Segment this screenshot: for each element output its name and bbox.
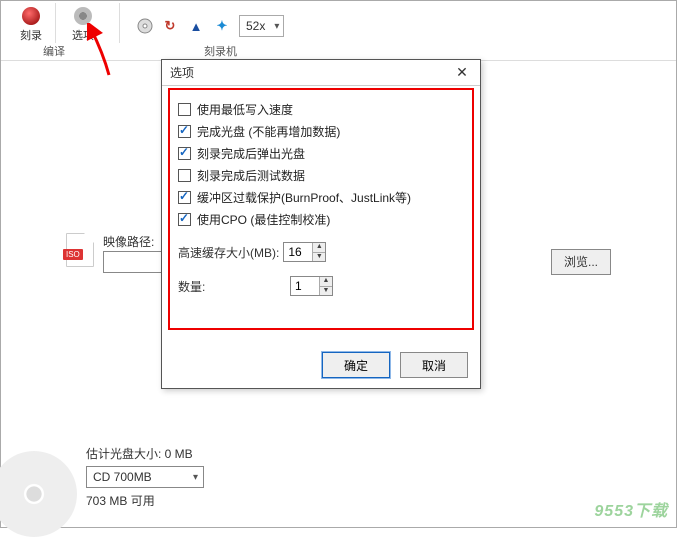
disc-icon[interactable] <box>137 18 153 34</box>
options-dialog: 选项 ✕ 使用最低写入速度完成光盘 (不能再增加数据) 刻录完成后弹出光盘刻录完成… <box>161 59 481 389</box>
checkbox-row: 刻录完成后弹出光盘 <box>178 145 464 162</box>
cache-size-label: 高速缓存大小(MB): <box>178 244 279 261</box>
record-icon <box>22 7 40 25</box>
separator <box>119 3 120 43</box>
checkbox-row: 刻录完成后测试数据 <box>178 167 464 184</box>
checkbox[interactable] <box>178 191 191 204</box>
spin-up-icon[interactable]: ▲ <box>313 243 325 253</box>
browse-button[interactable]: 浏览... <box>551 249 611 275</box>
cache-size-stepper[interactable]: ▲▼ <box>283 242 326 262</box>
checkbox[interactable] <box>178 213 191 226</box>
erase-icon[interactable]: ✦ <box>213 17 231 35</box>
quantity-row: 数量: ▲▼ <box>178 276 464 296</box>
disc-media-value: CD 700MB <box>93 470 152 484</box>
checkbox-label: 完成光盘 (不能再增加数据) <box>197 123 340 140</box>
speed-select[interactable]: 52x <box>239 15 284 37</box>
eject-icon[interactable]: ▲ <box>187 17 205 35</box>
quantity-input[interactable] <box>291 277 319 295</box>
disc-info: 估计光盘大小: 0 MB CD 700MB 703 MB 可用 <box>86 441 204 513</box>
watermark: 9553下载 <box>594 497 668 521</box>
cache-size-input[interactable] <box>284 243 312 261</box>
burner-toolbar: ↻ ▲ ✦ 52x <box>137 15 284 37</box>
spin-down-icon[interactable]: ▼ <box>313 253 325 262</box>
options-button-label: 选项 <box>63 27 103 43</box>
iso-badge: ISO <box>63 249 83 260</box>
gear-icon <box>74 7 92 25</box>
checkbox[interactable] <box>178 147 191 160</box>
cancel-button[interactable]: 取消 <box>400 352 468 378</box>
spin-down-icon[interactable]: ▼ <box>320 287 332 296</box>
speed-value: 52x <box>246 19 265 33</box>
disc-media-select[interactable]: CD 700MB <box>86 466 204 488</box>
burn-button[interactable]: 刻录 <box>11 3 51 43</box>
checkbox-label: 刻录完成后测试数据 <box>197 167 305 184</box>
checkbox-row: 使用最低写入速度 <box>178 101 464 118</box>
checkbox-row: 完成光盘 (不能再增加数据) <box>178 123 464 140</box>
quantity-stepper[interactable]: ▲▼ <box>290 276 333 296</box>
burn-button-label: 刻录 <box>11 27 51 43</box>
checkbox[interactable] <box>178 125 191 138</box>
checkbox-row: 缓冲区过载保护(BurnProof、JustLink等) <box>178 189 464 206</box>
checkbox[interactable] <box>178 169 191 182</box>
ok-button[interactable]: 确定 <box>322 352 390 378</box>
dialog-titlebar: 选项 ✕ <box>162 60 480 86</box>
image-path-label: 映像路径: <box>103 233 154 250</box>
checkbox-label: 刻录完成后弹出光盘 <box>197 145 305 162</box>
iso-file-icon: ISO <box>66 233 94 267</box>
options-button[interactable]: 选项 <box>63 3 103 43</box>
close-icon[interactable]: ✕ <box>448 63 476 83</box>
burner-section-label: 刻录机 <box>204 43 237 59</box>
separator <box>55 3 56 43</box>
checkbox-row: 使用CPO (最佳控制校准) <box>178 211 464 228</box>
cache-size-row: 高速缓存大小(MB): ▲▼ <box>178 242 464 262</box>
refresh-icon[interactable]: ↻ <box>161 17 179 35</box>
quantity-label: 数量: <box>178 278 286 295</box>
compile-section-label: 编译 <box>43 43 65 59</box>
dialog-title: 选项 <box>170 64 194 81</box>
disc-icon <box>0 451 77 537</box>
estimated-size-label: 估计光盘大小: 0 MB <box>86 445 204 462</box>
toolbar: 刻录 选项 ↻ ▲ ✦ 52x 编译 刻录机 <box>1 1 676 61</box>
spin-up-icon[interactable]: ▲ <box>320 277 332 287</box>
checkbox-label: 缓冲区过载保护(BurnProof、JustLink等) <box>197 189 411 206</box>
checkbox[interactable] <box>178 103 191 116</box>
available-space-label: 703 MB 可用 <box>86 492 204 509</box>
checkbox-label: 使用CPO (最佳控制校准) <box>197 211 330 228</box>
checkbox-label: 使用最低写入速度 <box>197 101 293 118</box>
